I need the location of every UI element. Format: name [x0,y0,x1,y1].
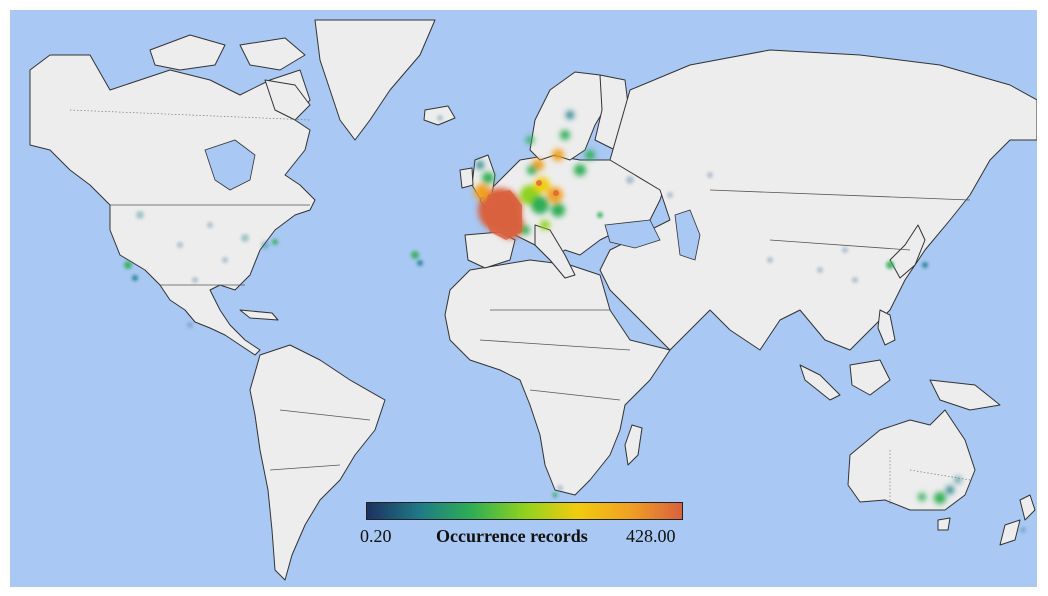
heat-point [536,180,542,186]
heat-point [574,164,586,176]
heat-point [553,190,559,196]
heat-point [886,261,894,269]
heat-point [534,177,550,193]
color-legend: 0.20 Occurrence records 428.00 [358,500,718,552]
heat-point [417,260,423,266]
heat-point [566,111,574,119]
heat-point [918,493,926,501]
heat-point [272,239,278,245]
heat-point [411,251,419,259]
legend-max-label: 428.00 [626,526,676,546]
heat-point [852,277,858,283]
heat-point [187,322,193,328]
heat-point [667,192,673,198]
heat-point [707,172,713,178]
legend-min-label: 0.20 [360,526,392,546]
heat-point [817,267,823,273]
heat-point [552,149,564,161]
heat-point [437,115,443,121]
heat-point [557,485,563,491]
heat-point [476,161,484,169]
heat-point [585,150,595,160]
heat-point [192,277,198,283]
heat-point [177,242,183,248]
heat-point [597,212,603,218]
heat-point [842,247,848,253]
heat-point [552,492,558,498]
tasmania [937,517,951,531]
heat-point [222,257,228,263]
heat-point [946,486,954,494]
legend-color-bar [366,502,683,520]
heat-point [922,262,928,268]
heat-point [531,196,549,214]
heat-point [1020,527,1026,533]
heat-point [207,222,213,228]
heat-point [767,257,773,263]
heat-point [934,492,946,504]
heat-point [482,172,494,184]
heat-point [241,234,249,242]
heat-point [132,275,138,281]
heat-point [955,477,961,483]
heat-point [136,211,144,219]
heat-point [540,220,550,230]
heat-point [261,241,269,249]
heat-point [626,176,634,184]
heat-point [551,203,565,217]
legend-title: Occurrence records [436,526,588,546]
heat-point [526,136,534,144]
heat-point [527,165,537,175]
heat-point [124,261,132,269]
heat-point [560,130,570,140]
ireland [459,167,474,189]
